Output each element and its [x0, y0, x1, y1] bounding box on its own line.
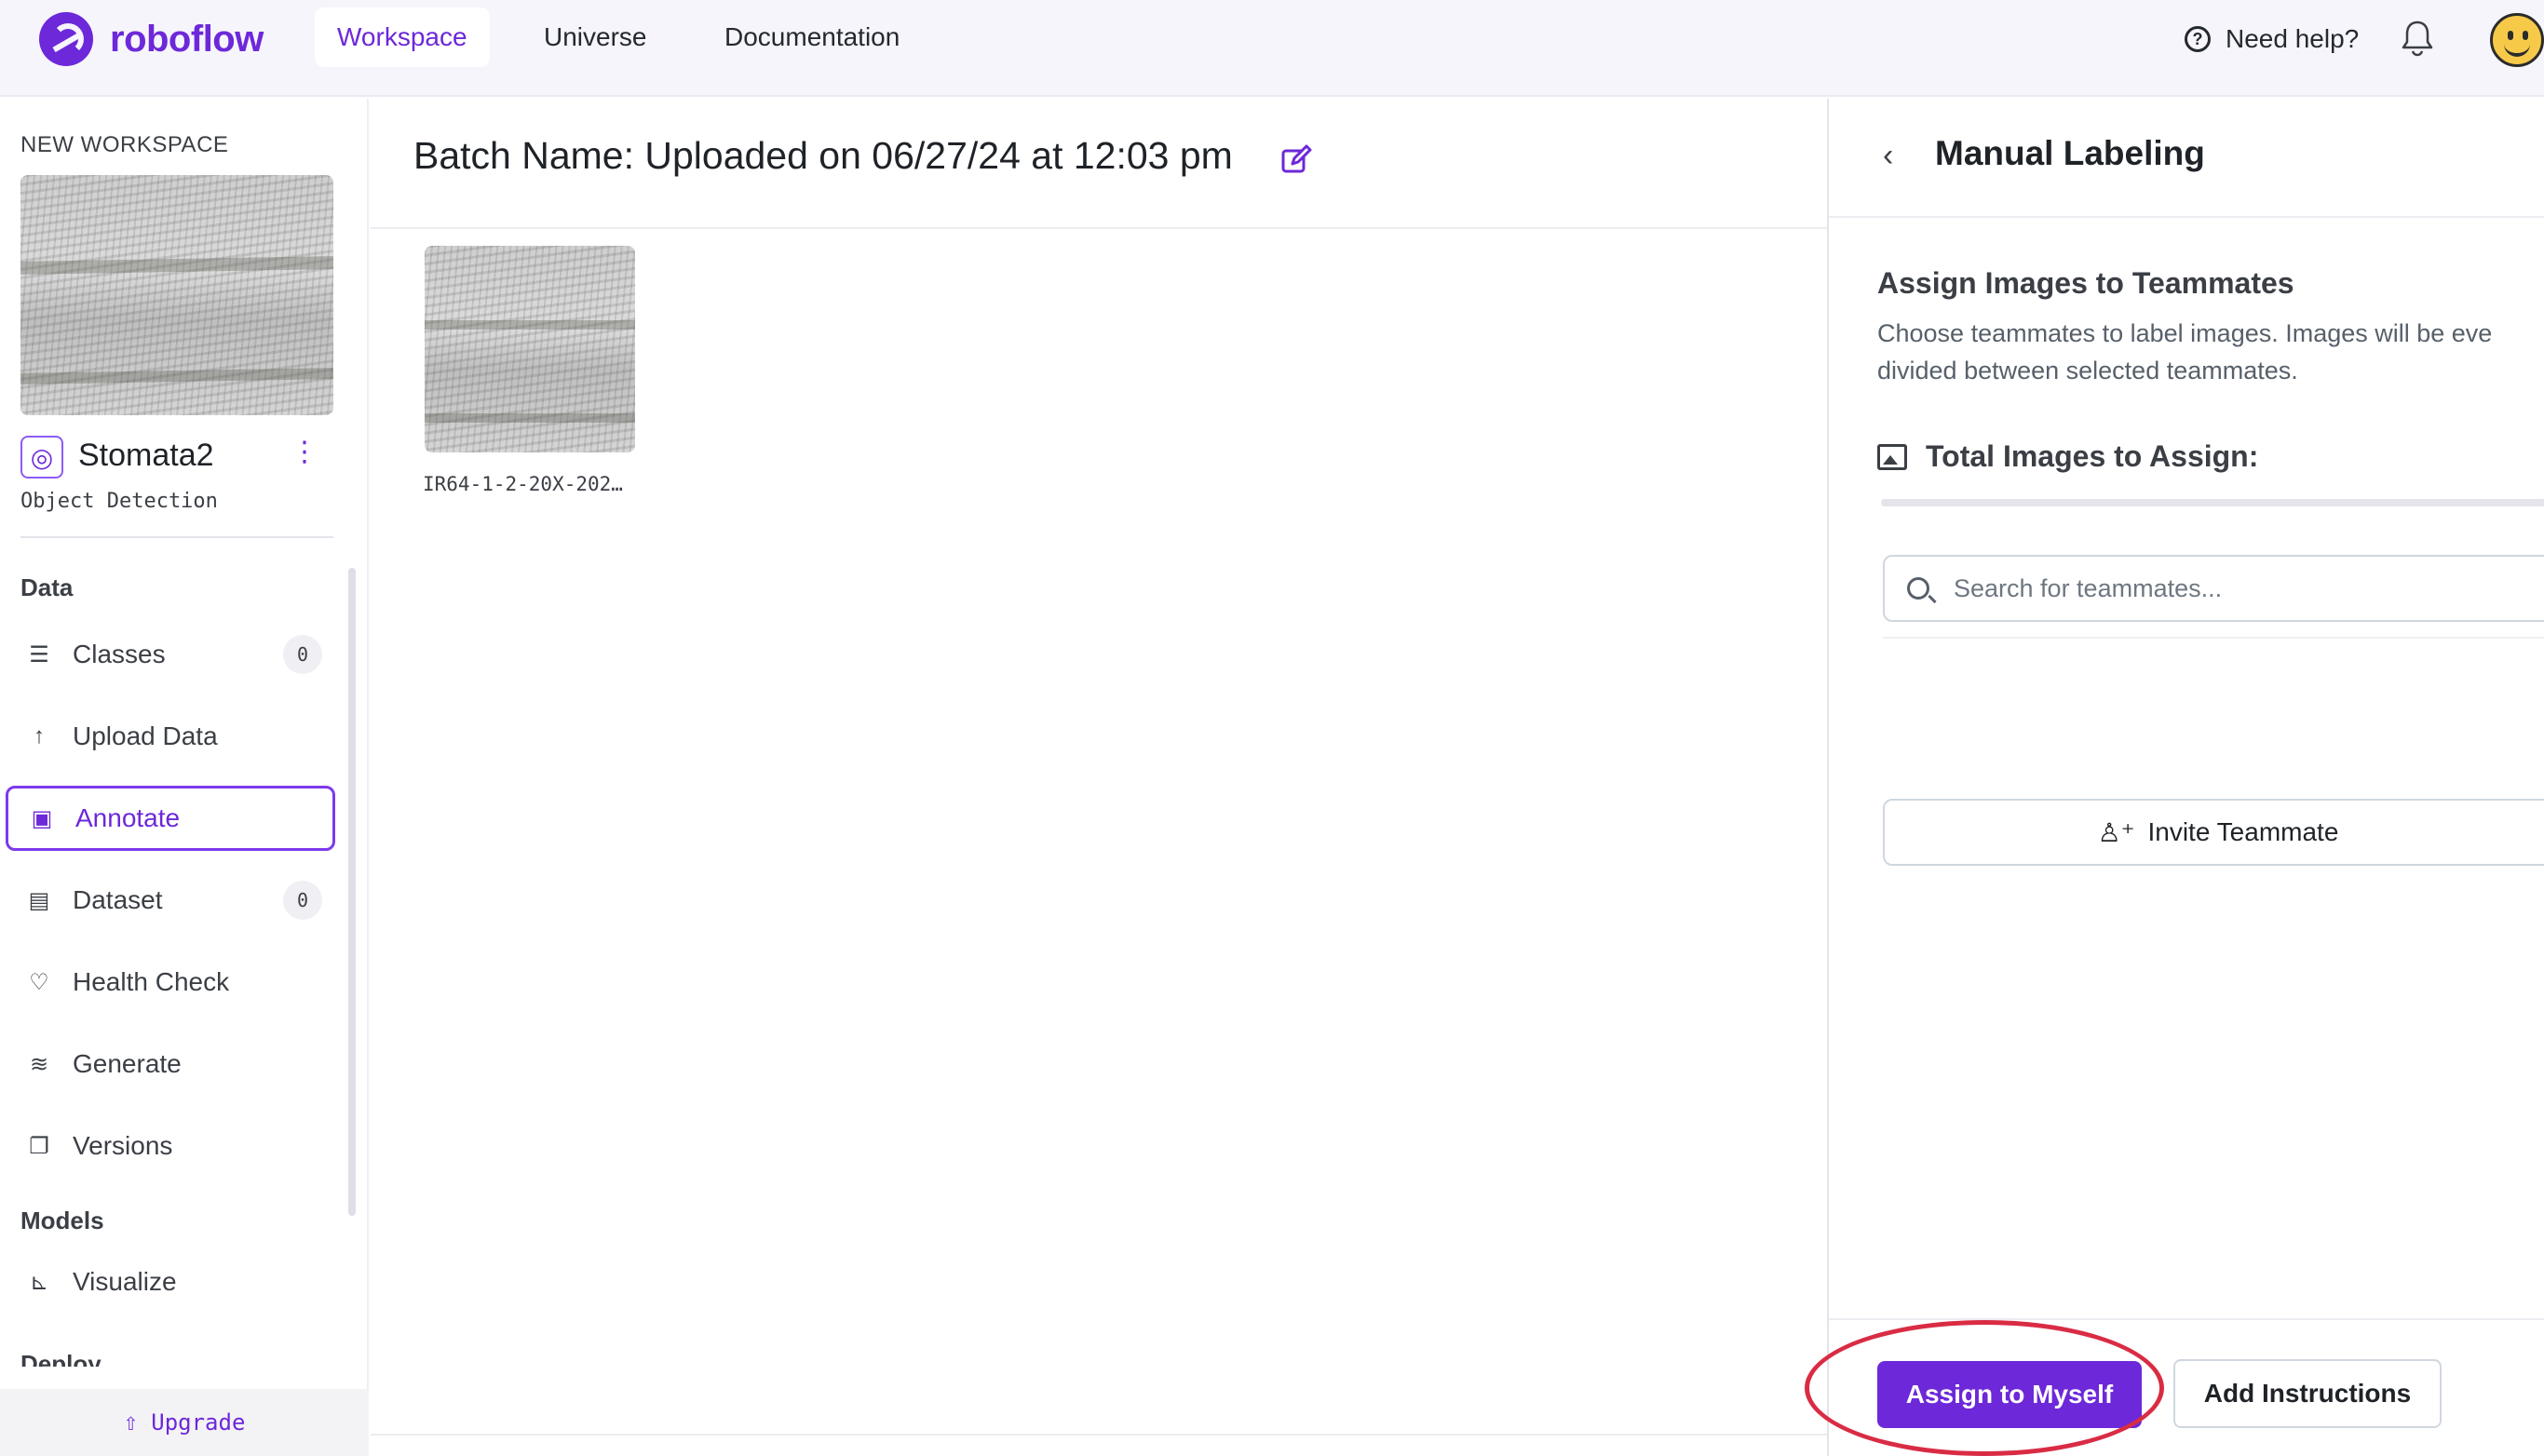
nav-tab-workspace[interactable]: Workspace [315, 7, 490, 67]
brand-name: roboflow [110, 18, 264, 60]
assign-description-line-2: divided between selected teammates. [1877, 357, 2298, 384]
need-help-link[interactable]: ? Need help? [2185, 17, 2359, 61]
project-name[interactable]: Stomata2 [78, 438, 214, 474]
assign-to-myself-button[interactable]: Assign to Myself [1877, 1361, 2142, 1428]
roboflow-logo[interactable]: roboflow [39, 9, 264, 69]
sidebar-item-annotate[interactable]: ▣ Annotate [6, 786, 335, 851]
sidebar: NEW WORKSPACE ◎ Stomata2 ⋮ Object Detect… [0, 99, 369, 1456]
invite-teammate-label: Invite Teammate [2147, 817, 2339, 846]
sidebar-item-label: Dataset [73, 885, 163, 914]
search-divider [1883, 637, 2544, 639]
image-card[interactable] [425, 246, 635, 452]
chevron-left-icon[interactable]: ‹ [1883, 138, 1893, 174]
panel-header: ‹ Manual Labeling [1829, 99, 2544, 218]
teammate-search-input[interactable] [1954, 573, 2475, 603]
person-add-icon: ♙⁺ [2097, 817, 2135, 847]
total-images-heading: Total Images to Assign: [1877, 439, 2258, 474]
batch-title: Batch Name: Uploaded on 06/27/24 at 12:0… [413, 134, 1233, 177]
layers-icon: ≋ [29, 1051, 49, 1077]
assign-description-line-1: Choose teammates to label images. Images… [1877, 319, 2493, 347]
section-title-deploy: Deploy [20, 1350, 101, 1367]
bell-icon[interactable] [2401, 19, 2434, 58]
sidebar-scrollbar[interactable] [348, 568, 356, 1216]
versions-icon: ❐ [29, 1133, 49, 1159]
need-help-label: Need help? [2226, 24, 2360, 53]
roboflow-logo-icon [39, 12, 93, 66]
section-title-data: Data [20, 573, 74, 601]
bar-chart-icon: ⊾ [29, 1269, 49, 1295]
workspace-label: NEW WORKSPACE [20, 132, 229, 157]
sidebar-item-label: Upload Data [73, 721, 218, 750]
sidebar-item-label: Annotate [75, 803, 181, 832]
assign-title: Assign Images to Teammates [1877, 266, 2294, 300]
assign-description: Choose teammates to label images. Images… [1877, 315, 2544, 389]
sidebar-item-classes[interactable]: ☰ Classes 0 [6, 622, 335, 687]
total-images-label: Total Images to Assign: [1926, 439, 2259, 473]
assignment-progress-bar [1881, 499, 2544, 506]
project-menu-icon[interactable]: ⋮ [291, 434, 318, 471]
main-bottom-divider [371, 1434, 1827, 1436]
list-numbered-icon: ☰ [29, 641, 49, 667]
upgrade-button[interactable]: ⇧ Upgrade [0, 1389, 369, 1456]
globe-icon: ◎ [20, 436, 63, 479]
image-icon [1877, 443, 1907, 470]
arrow-up-icon: ↑ [34, 723, 45, 748]
batch-header: Batch Name: Uploaded on 06/27/24 at 12:0… [371, 99, 1827, 229]
teammate-search[interactable] [1883, 555, 2544, 622]
top-navigation-bar: roboflow Workspace Universe Documentatio… [0, 0, 2544, 97]
image-filename: IR64-1-2-20X-202… [423, 473, 623, 495]
sidebar-item-label: Classes [73, 640, 166, 668]
project-type: Object Detection [20, 490, 218, 513]
heart-pulse-icon: ♡ [29, 969, 49, 995]
user-avatar[interactable] [2490, 13, 2544, 67]
add-instructions-button[interactable]: Add Instructions [2173, 1359, 2442, 1428]
sidebar-item-health-check[interactable]: ♡ Health Check [6, 950, 335, 1015]
upload-circle-icon: ⇧ [123, 1409, 139, 1436]
panel-title: Manual Labeling [1935, 134, 2205, 172]
annotate-icon: ▣ [31, 805, 53, 831]
sidebar-item-label: Health Check [73, 967, 230, 996]
nav-tab-universe[interactable]: Universe [521, 7, 669, 67]
sidebar-item-upload-data[interactable]: ↑ Upload Data [6, 704, 335, 769]
sidebar-item-label: Versions [73, 1131, 173, 1160]
sidebar-item-visualize[interactable]: ⊾ Visualize [6, 1249, 335, 1314]
sidebar-item-versions[interactable]: ❐ Versions [6, 1113, 335, 1179]
images-icon: ▤ [28, 887, 50, 913]
sidebar-item-generate[interactable]: ≋ Generate [6, 1031, 335, 1097]
sidebar-item-label: Generate [73, 1049, 182, 1078]
classes-count-badge: 0 [283, 635, 322, 674]
manual-labeling-panel: ‹ Manual Labeling Assign Images to Teamm… [1827, 99, 2544, 1456]
section-title-models: Models [20, 1207, 104, 1234]
invite-teammate-button[interactable]: ♙⁺ Invite Teammate [1883, 799, 2544, 866]
search-icon [1907, 577, 1929, 600]
panel-footer-divider [1829, 1318, 2544, 1320]
upgrade-label: Upgrade [151, 1409, 246, 1436]
sidebar-item-label: Visualize [73, 1267, 177, 1296]
question-circle-icon: ? [2185, 26, 2211, 52]
nav-tab-documentation[interactable]: Documentation [702, 7, 922, 67]
edit-icon[interactable] [1279, 143, 1313, 177]
dataset-count-badge: 0 [283, 881, 322, 920]
sidebar-divider [20, 536, 333, 538]
sidebar-item-dataset[interactable]: ▤ Dataset 0 [6, 868, 335, 933]
project-thumbnail[interactable] [20, 175, 333, 415]
